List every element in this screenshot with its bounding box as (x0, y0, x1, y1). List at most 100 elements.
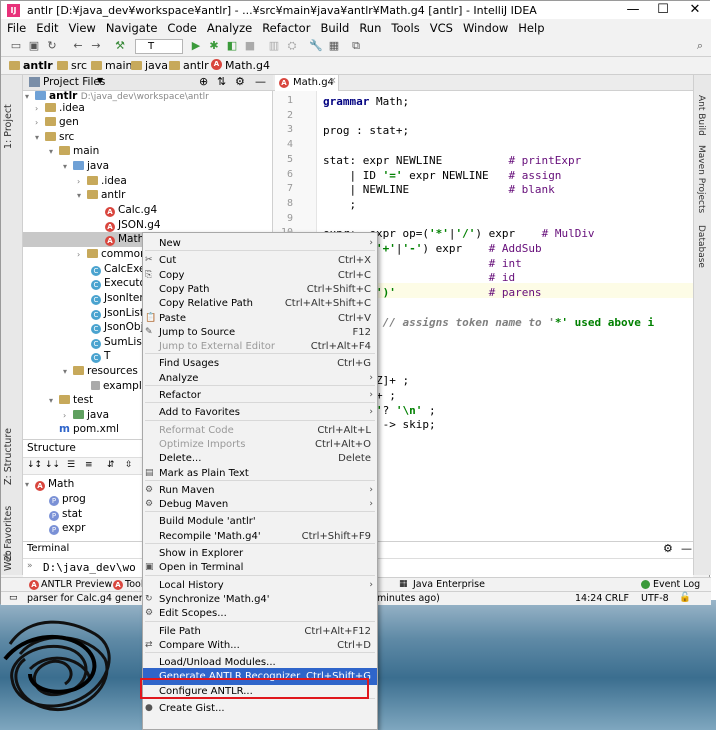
menu-separator (145, 620, 375, 622)
project-structure-icon[interactable]: ▦ (327, 39, 341, 53)
menu-help[interactable]: Help (512, 19, 548, 35)
file-encoding[interactable]: UTF-8 (641, 593, 669, 604)
tree-item[interactable]: › .idea (77, 174, 127, 189)
back-icon[interactable]: ← (71, 39, 85, 53)
menu-navigate[interactable]: Navigate (100, 19, 162, 35)
tree-item[interactable]: ▾ antlr (77, 188, 125, 203)
vcs-icon[interactable]: ⧉ (349, 39, 363, 53)
breadcrumb-java[interactable]: java (131, 58, 168, 74)
tree-item[interactable]: › common (77, 247, 147, 262)
code-line[interactable]: grammar Math; (323, 95, 409, 108)
project-panel-title[interactable]: Project Files (43, 76, 105, 88)
expand-icon[interactable]: ☰ (67, 460, 75, 470)
tree-item[interactable]: › gen (35, 115, 79, 130)
structure-item[interactable]: ▾ A Math (25, 477, 74, 492)
autoscroll-icon[interactable]: ⇵ (107, 460, 115, 470)
tree-item[interactable]: C JsonItem (91, 291, 150, 306)
tree-item[interactable]: › java (63, 408, 109, 423)
code-line[interactable]: | NEWLINE # blank (323, 183, 554, 196)
menu-window[interactable]: Window (457, 19, 512, 35)
menu-edit[interactable]: Edit (30, 19, 62, 35)
save-icon[interactable]: ▣ (27, 39, 41, 53)
tree-item[interactable]: ▾ java (63, 159, 109, 174)
tree-item[interactable]: › .idea (35, 101, 85, 116)
minimize-button[interactable]: — (617, 1, 649, 19)
status-toggle-icon[interactable]: ▭ (9, 593, 18, 603)
tab-tool[interactable]: Tool (125, 579, 143, 590)
title-bar: IJ antlr [D:¥java_dev¥workspace¥antlr] -… (1, 1, 711, 19)
menu-analyze[interactable]: Analyze (201, 19, 256, 35)
close-icon[interactable]: × (329, 76, 337, 86)
tree-item[interactable]: ▾ test (49, 393, 93, 408)
forward-icon[interactable]: → (89, 39, 103, 53)
build-hammer-icon[interactable]: ⚒ (113, 39, 127, 53)
hide-icon[interactable]: — (681, 542, 692, 555)
gear-icon[interactable]: ⚙ (663, 542, 673, 555)
sync-icon[interactable]: ↻ (45, 39, 59, 53)
lock-icon[interactable]: 🔓 (679, 592, 691, 603)
menu-vcs[interactable]: VCS (424, 19, 457, 35)
stop-icon[interactable]: ■ (243, 39, 257, 53)
tree-item[interactable]: ▾ main (49, 144, 99, 159)
search-icon[interactable]: ⌕ (693, 39, 707, 53)
menu-tools[interactable]: Tools (385, 19, 423, 35)
tree-item[interactable]: A JSON.g4 (105, 218, 161, 233)
structure-icon[interactable]: ▥ (267, 39, 281, 53)
tab-database[interactable]: Database (696, 225, 706, 285)
breadcrumb-file[interactable]: Math.g4 (225, 58, 270, 74)
run-icon[interactable]: ▶ (189, 39, 203, 53)
sort-visibility-icon[interactable]: ↓⇣ (45, 460, 60, 470)
menu-item-create-gist[interactable]: ● Create Gist... (143, 700, 377, 717)
menu-separator (145, 574, 375, 576)
debug-icon[interactable]: ✱ (207, 39, 221, 53)
structure-item[interactable]: Pprog (49, 492, 86, 507)
autoscroll-from-icon[interactable]: ⇳ (125, 460, 133, 470)
code-line[interactable]: stat: expr NEWLINE # printExpr (323, 154, 581, 167)
breadcrumb-main[interactable]: main (91, 58, 132, 74)
menu-build[interactable]: Build (314, 19, 353, 35)
tab-project[interactable]: 1: Project (3, 79, 14, 149)
sort-alpha-icon[interactable]: ↓↕ (27, 460, 42, 470)
code-line[interactable]: prog : stat+; (323, 124, 409, 137)
breadcrumb-src[interactable]: src (57, 58, 87, 74)
menu-refactor[interactable]: Refactor (256, 19, 314, 35)
menu-item-label: Create Gist... (159, 703, 225, 714)
chevron-down-icon[interactable]: ▼ (97, 76, 103, 85)
collapse-icon[interactable]: ⇅ (217, 75, 226, 88)
gear-icon[interactable]: ⚙ (235, 75, 245, 88)
open-folder-icon[interactable]: ▭ (9, 39, 23, 53)
menu-separator (145, 419, 375, 421)
code-line[interactable]: ; (323, 198, 356, 211)
hide-icon[interactable]: — (255, 75, 266, 88)
menu-code[interactable]: Code (161, 19, 200, 35)
menu-run[interactable]: Run (353, 19, 385, 35)
close-button[interactable]: ✕ (679, 1, 711, 19)
locate-icon[interactable]: ⊕ (199, 75, 208, 88)
tree-item[interactable]: ▾ src (35, 130, 74, 145)
caret-position[interactable]: 14:24 (575, 593, 602, 604)
breadcrumb-antlr[interactable]: antlr (9, 58, 53, 74)
tab-math-g4[interactable]: A Math.g4 × (275, 75, 339, 91)
tree-item[interactable]: CT (91, 349, 110, 364)
collapse-all-icon[interactable]: ≡ (85, 460, 93, 470)
tree-item[interactable]: A Calc.g4 (105, 203, 157, 218)
maximize-button[interactable]: ☐ (647, 1, 679, 19)
menu-file[interactable]: File (1, 19, 30, 35)
settings-wrench-icon[interactable]: 🔧 (309, 39, 323, 53)
code-line[interactable]: | ID '=' expr NEWLINE # assign (323, 169, 561, 182)
breadcrumb-antlr-pkg[interactable]: antlr (169, 58, 209, 74)
tab-event-log[interactable]: Event Log (653, 579, 700, 590)
structure-item[interactable]: Pstat (49, 507, 82, 522)
tree-item[interactable]: ▾ resources (63, 364, 138, 379)
structure-item[interactable]: Pexpr (49, 521, 85, 536)
run-config-select[interactable]: T (135, 39, 183, 54)
tab-java-enterprise[interactable]: Java Enterprise (413, 579, 485, 590)
coverage-icon[interactable]: ◧ (225, 39, 239, 53)
tree-item[interactable]: m pom.xml (49, 422, 119, 437)
menu-view[interactable]: View (63, 19, 100, 35)
tab-structure[interactable]: Z: Structure (3, 405, 14, 485)
tab-antlr-preview[interactable]: ANTLR Preview (41, 579, 112, 590)
tab-web[interactable]: Web (3, 541, 14, 571)
line-separator[interactable]: CRLF (605, 593, 629, 604)
sdk-icon[interactable]: ⛭ (285, 39, 299, 53)
